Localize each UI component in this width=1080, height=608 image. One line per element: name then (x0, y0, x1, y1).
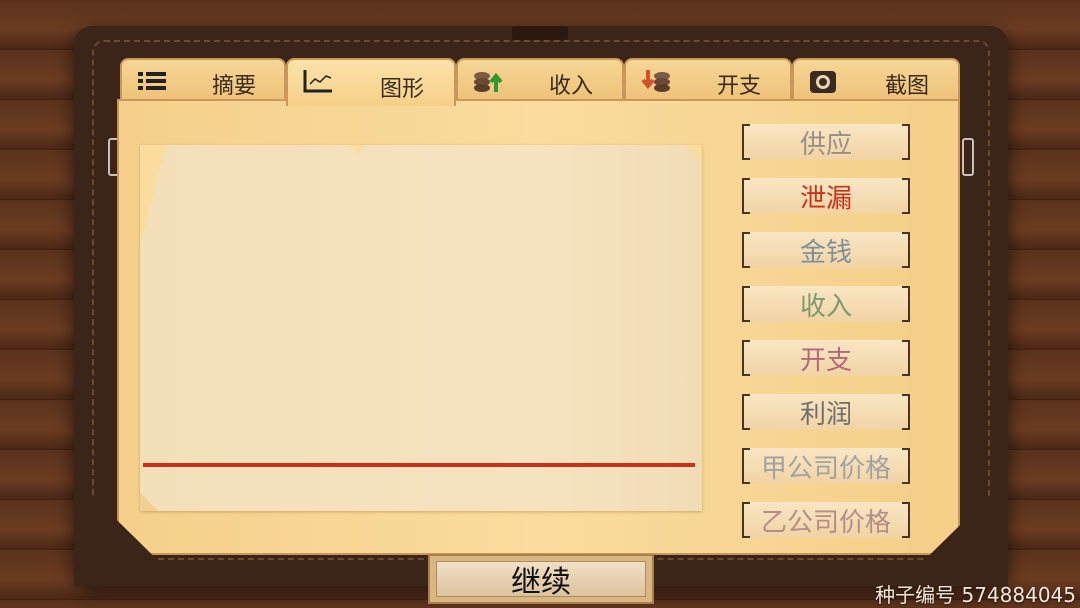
series-button-money[interactable]: 金钱 (742, 232, 910, 268)
series-label: 收入 (799, 291, 852, 322)
series-label: 利润 (799, 399, 852, 430)
seed-number: 种子编号 574884045 (875, 583, 1076, 607)
series-label: 乙公司价格 (760, 507, 891, 538)
paper-notch (350, 145, 364, 155)
tab-income[interactable]: 收入 (456, 58, 624, 100)
series-label: 泄漏 (799, 183, 852, 214)
series-label: 金钱 (799, 237, 852, 268)
binder-corner-right (898, 478, 1008, 586)
series-button-leak[interactable]: 泄漏 (742, 178, 910, 214)
series-button-company-b-price[interactable]: 乙公司价格 (742, 502, 910, 538)
tab-screenshot-label: 截图 (884, 74, 929, 99)
tab-summary[interactable]: 摘要 (120, 58, 286, 100)
camera-icon (810, 71, 836, 93)
tab-summary-label: 摘要 (211, 74, 256, 99)
tab-income-label: 收入 (548, 74, 593, 99)
continue-button[interactable]: 继续 (436, 561, 646, 600)
binder-corner-left (74, 478, 184, 586)
binder-ring-right (962, 138, 974, 176)
tab-graph-label: 图形 (379, 77, 424, 102)
tab-expenses[interactable]: 开支 (624, 58, 792, 100)
series-label: 开支 (799, 345, 852, 376)
tab-expenses-label: 开支 (716, 74, 761, 99)
series-button-supply[interactable]: 供应 (742, 124, 910, 160)
binder-clip (512, 26, 568, 40)
series-button-profit[interactable]: 利润 (742, 394, 910, 430)
paper-corner-tr (684, 145, 702, 163)
paper-fold (140, 145, 166, 245)
line-chart-icon (303, 70, 332, 93)
series-button-company-a-price[interactable]: 甲公司价格 (742, 448, 910, 484)
graph-area (140, 145, 702, 511)
coins-up-icon (474, 72, 503, 92)
series-button-income[interactable]: 收入 (742, 286, 910, 322)
tab-graph[interactable]: 图形 (286, 58, 456, 106)
series-button-expenses[interactable]: 开支 (742, 340, 910, 376)
leak-series-line (143, 463, 695, 467)
series-label: 供应 (799, 129, 852, 160)
list-icon (138, 72, 166, 90)
continue-label: 继续 (511, 565, 571, 600)
coins-down-icon (641, 70, 670, 92)
series-label: 甲公司价格 (760, 453, 891, 484)
tab-screenshot[interactable]: 截图 (792, 58, 960, 100)
continue-button-frame: 继续 (428, 554, 654, 604)
